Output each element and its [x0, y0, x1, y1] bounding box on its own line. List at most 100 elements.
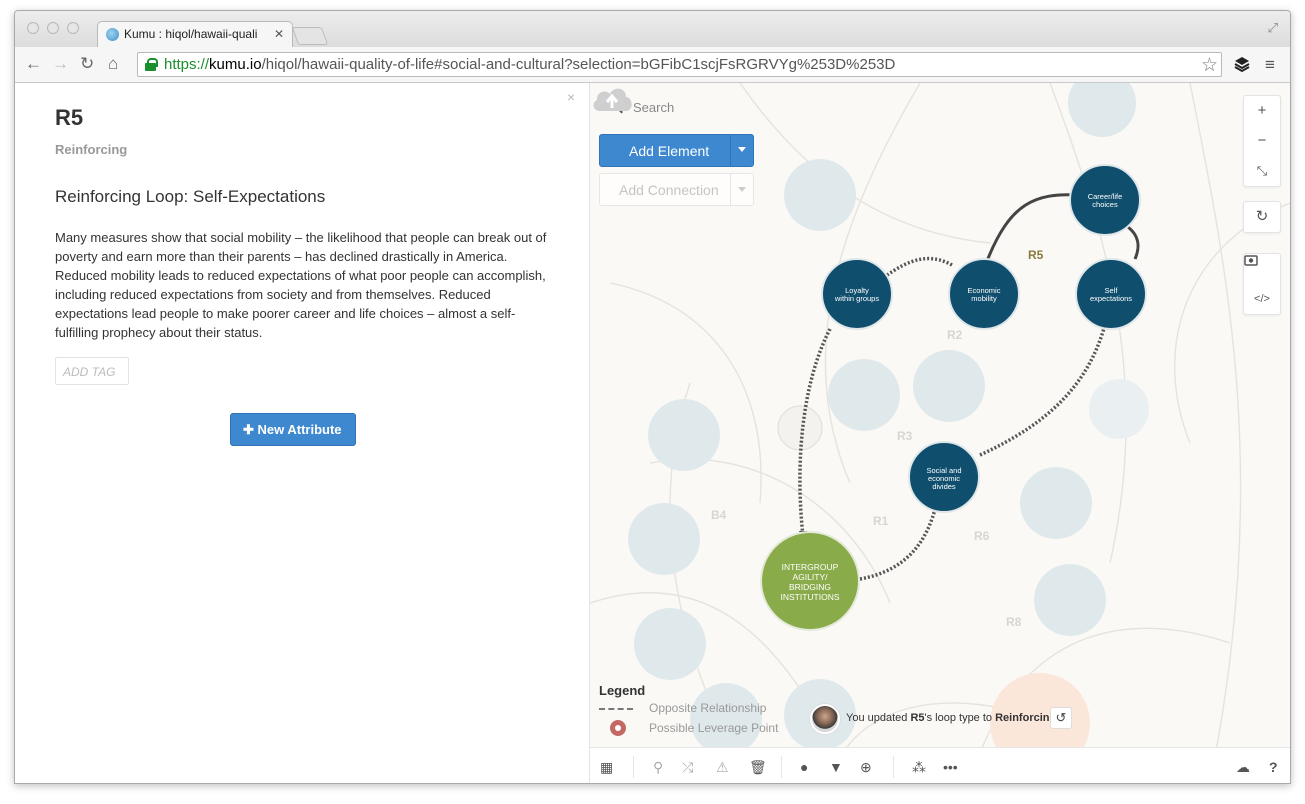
- node-label-line: within groups: [834, 294, 879, 303]
- add-connection-caret-icon[interactable]: [738, 187, 746, 192]
- node-career-life-choices[interactable]: Career/life choices: [1069, 164, 1141, 236]
- notification-subject: R5: [910, 712, 925, 724]
- fit-collapse-icon[interactable]: ⤡: [1244, 156, 1280, 186]
- browser-toolbar: ← → ↻ ⌂ https://kumu.io/hiqol/hawaii-qua…: [15, 47, 1290, 83]
- zoom-controls: + − ⤡: [1243, 95, 1281, 187]
- embed-code-icon[interactable]: </>: [1244, 284, 1280, 314]
- chrome-menu-icon[interactable]: ≡: [1265, 55, 1275, 75]
- loop-description: Many measures show that social mobility …: [55, 230, 547, 340]
- legend-item-label: Opposite Relationship: [649, 701, 767, 715]
- map-canvas[interactable]: R2 R3 B4 R1 R6 R8 R5 Career/life choices…: [590, 83, 1290, 783]
- add-connection-label: Add Connection: [619, 182, 719, 198]
- undo-button[interactable]: ↺: [1050, 707, 1072, 729]
- node-loyalty-within-groups[interactable]: Loyalty within groups: [821, 258, 893, 330]
- refresh-icon[interactable]: ↻: [1244, 202, 1280, 232]
- grid-icon[interactable]: ▦: [600, 759, 613, 776]
- cloud-upload-icon[interactable]: [590, 83, 634, 113]
- browser-window: Kumu : hiqol/hawaii-quali ✕ ⤢ ← → ↻ ⌂ ht…: [14, 10, 1291, 784]
- shuffle-icon[interactable]: ⤮: [682, 759, 693, 776]
- leverage-point-icon: [610, 720, 626, 736]
- faded-loop-label: R3: [897, 429, 913, 443]
- url-path: /hiqol/hawaii-quality-of-life#social-and…: [261, 56, 896, 73]
- node-label-line: BRIDGING: [789, 582, 831, 592]
- loop-id-title: R5: [55, 105, 84, 130]
- node-intergroup-agility[interactable]: INTERGROUP AGILITY/ BRIDGING INSTITUTION…: [760, 531, 860, 631]
- notification-text: You updated R5's loop type to Reinforcin…: [846, 712, 1056, 724]
- minimize-window-button[interactable]: [47, 22, 59, 34]
- notification-middle: 's loop type to: [924, 712, 996, 724]
- new-attribute-button[interactable]: ✚ New Attribute: [230, 413, 356, 446]
- focus-crosshair-icon[interactable]: ⊕: [860, 759, 872, 776]
- filter-icon[interactable]: ▼: [829, 759, 843, 775]
- more-options-icon[interactable]: •••: [943, 759, 958, 775]
- node-self-expectations[interactable]: Self expectations: [1075, 258, 1147, 330]
- forward-icon[interactable]: →: [52, 55, 69, 73]
- connection-social-to-self[interactable]: [979, 320, 1108, 457]
- toolbar-divider: [893, 756, 894, 778]
- color-drop-icon[interactable]: ●: [800, 759, 808, 775]
- kumu-favicon-icon: [106, 28, 119, 41]
- search-input[interactable]: Search: [633, 100, 674, 115]
- export-controls: </>: [1243, 253, 1281, 315]
- fullscreen-icon[interactable]: ⤢: [1268, 20, 1278, 36]
- new-tab-button[interactable]: [291, 27, 329, 45]
- node-label-line: AGILITY/: [793, 572, 829, 582]
- cloud-download-icon[interactable]: ☁: [1236, 759, 1250, 776]
- faded-loop-label: R6: [974, 529, 990, 543]
- refresh-controls: ↻: [1243, 201, 1281, 233]
- warning-icon[interactable]: ⚠: [716, 759, 729, 776]
- button-divider: [730, 174, 731, 205]
- help-icon[interactable]: ?: [1269, 759, 1278, 775]
- node-economic-mobility[interactable]: Economic mobility: [948, 258, 1020, 330]
- loop-name: Reinforcing Loop: Self-Expectations: [55, 187, 326, 206]
- home-icon[interactable]: ⌂: [108, 55, 118, 73]
- node-social-economic-divides[interactable]: Social and economic divides: [908, 441, 980, 513]
- address-bar[interactable]: https://kumu.io/hiqol/hawaii-quality-of-…: [137, 52, 1222, 77]
- layers-extension-icon[interactable]: [1233, 55, 1251, 73]
- active-loop-label[interactable]: R5: [1028, 248, 1044, 262]
- add-tag-button[interactable]: ADD TAG: [55, 357, 129, 385]
- notification-value: Reinforcing: [995, 712, 1057, 724]
- loop-type: Reinforcing: [55, 142, 128, 157]
- tab-title: Kumu : hiqol/hawaii-quali: [124, 27, 258, 41]
- node-label-line: INTERGROUP: [782, 562, 839, 572]
- connection-career-to-self[interactable]: [1127, 225, 1140, 260]
- bottom-toolbar: ▦ ⚲ ⤮ ⚠ 🗑 ● ▼ ⊕ ⁂ ••• ☁ ?: [590, 747, 1290, 783]
- cluster-icon[interactable]: ⁂: [912, 759, 926, 776]
- node-label-line: divides: [932, 482, 956, 491]
- add-connection-button[interactable]: Add Connection: [599, 173, 754, 206]
- camera-icon[interactable]: [1244, 254, 1280, 284]
- zoom-out-icon[interactable]: −: [1244, 126, 1280, 156]
- title-bar: Kumu : hiqol/hawaii-quali ✕ ⤢: [15, 11, 1290, 47]
- legend-title: Legend: [599, 683, 646, 698]
- close-window-button[interactable]: [27, 22, 39, 34]
- legend: Legend Opposite Relationship Possible Le…: [599, 683, 778, 736]
- pin-icon[interactable]: ⚲: [653, 759, 663, 776]
- node-label-line: mobility: [971, 294, 997, 303]
- add-element-button[interactable]: Add Element: [599, 134, 754, 167]
- tab-close-icon[interactable]: ✕: [274, 27, 284, 41]
- zoom-window-button[interactable]: [67, 22, 79, 34]
- back-icon[interactable]: ←: [25, 55, 42, 73]
- notification-prefix: You updated: [846, 712, 911, 724]
- node-label-line: expectations: [1090, 294, 1132, 303]
- close-panel-icon[interactable]: ×: [567, 89, 575, 105]
- loop-detail-panel: × R5 Reinforcing Reinforcing Loop: Self-…: [15, 83, 590, 783]
- trash-icon[interactable]: 🗑: [749, 759, 767, 776]
- reload-icon[interactable]: ↻: [80, 55, 94, 73]
- lock-icon: [145, 58, 158, 71]
- browser-tab[interactable]: Kumu : hiqol/hawaii-quali ✕: [97, 21, 293, 47]
- new-attribute-label: New Attribute: [257, 422, 342, 437]
- node-label-line: INSTITUTIONS: [780, 592, 839, 602]
- faded-loop-label: R8: [1006, 615, 1022, 629]
- zoom-in-icon[interactable]: +: [1244, 96, 1280, 126]
- url-protocol: https://: [164, 56, 210, 73]
- legend-item-label: Possible Leverage Point: [649, 721, 779, 735]
- dashed-line-icon: [599, 708, 633, 710]
- bookmark-star-icon[interactable]: ☆: [1201, 54, 1218, 77]
- connection-economic-to-loyalty[interactable]: [881, 256, 953, 280]
- add-element-caret-icon[interactable]: [738, 147, 746, 152]
- toolbar-divider: [781, 756, 782, 778]
- add-element-label: Add Element: [629, 143, 710, 159]
- plus-icon: ✚: [243, 422, 258, 437]
